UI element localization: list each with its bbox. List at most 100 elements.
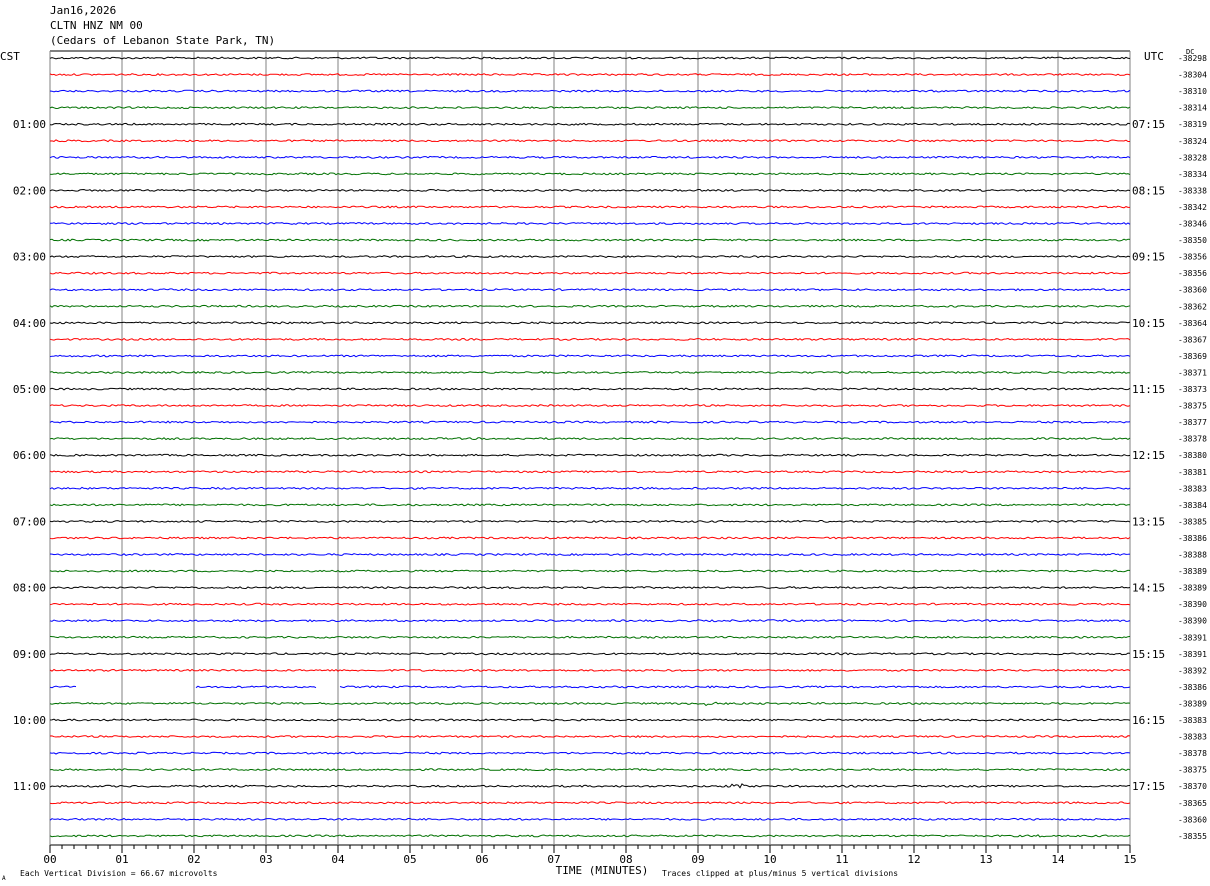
right-hour-label: 16:15	[1132, 714, 1165, 727]
left-hour-label: 10:00	[13, 714, 46, 727]
right-hour-label: 08:15	[1132, 184, 1165, 197]
dc-offset-label: -38373	[1178, 385, 1207, 394]
trace-row-1	[49, 56, 1131, 60]
scale-note: Each Vertical Division = 66.67 microvolt…	[20, 869, 218, 878]
trace-row-31	[49, 552, 1131, 557]
trace-row-40	[49, 701, 1131, 707]
dc-offset-label: -38375	[1178, 766, 1207, 775]
left-hour-label: 02:00	[13, 184, 46, 197]
dc-offset-label: -38384	[1178, 501, 1207, 510]
dc-offset-label: -38314	[1178, 104, 1207, 113]
right-hour-label: 11:15	[1132, 383, 1165, 396]
dc-offset-label: -38385	[1178, 517, 1207, 526]
dc-offset-label: -38369	[1178, 352, 1207, 361]
x-tick-label: 01	[115, 853, 128, 866]
dc-offset-label: -38360	[1178, 815, 1207, 824]
dc-offset-label: -38378	[1178, 749, 1207, 758]
x-tick-label: 11	[835, 853, 848, 866]
left-hour-label: 03:00	[13, 251, 46, 264]
trace-row-14	[49, 271, 1131, 275]
trace-row-17	[49, 321, 1131, 325]
trace-row-2	[49, 73, 1131, 77]
trace-row-26	[49, 470, 1131, 474]
trace-row-34	[49, 602, 1131, 606]
left-hour-label: 11:00	[13, 780, 46, 793]
dc-offset-label: -38334	[1178, 170, 1207, 179]
trace-row-37	[49, 652, 1131, 656]
left-hour-label: 06:00	[13, 449, 46, 462]
x-tick-label: 13	[979, 853, 992, 866]
x-axis-label: TIME (MINUTES)	[556, 864, 649, 877]
dc-offset-label: -38386	[1178, 683, 1207, 692]
trace-row-20	[49, 370, 1131, 374]
trace-row-3	[49, 89, 1131, 93]
trace-row-48	[49, 834, 1131, 838]
dc-offset-label: -38367	[1178, 335, 1207, 344]
dc-offset-label: -38350	[1178, 236, 1207, 245]
dc-offset-label: -38389	[1178, 699, 1207, 708]
left-hour-label: 01:00	[13, 118, 46, 131]
trace-row-4	[49, 106, 1131, 110]
right-hour-label: 15:15	[1132, 648, 1165, 661]
trace-row-22	[49, 404, 1131, 408]
trace-row-24	[49, 437, 1131, 441]
trace-row-43	[49, 751, 1131, 755]
dc-offset-label: -38324	[1178, 137, 1207, 146]
x-tick-label: 06	[475, 853, 488, 866]
dc-offset-label: -38391	[1178, 650, 1207, 659]
left-hour-label: 07:00	[13, 515, 46, 528]
dc-column-label: DC	[1186, 48, 1194, 56]
trace-row-19	[49, 354, 1131, 358]
trace-row-9	[49, 188, 1131, 192]
left-hour-label: 09:00	[13, 648, 46, 661]
trace-row-32	[49, 569, 1131, 573]
trace-row-18	[49, 337, 1131, 341]
trace-row-30	[49, 536, 1131, 540]
left-hour-label: 08:00	[13, 582, 46, 595]
dc-offset-label: -38383	[1178, 716, 1207, 725]
trace-row-23	[49, 420, 1131, 424]
x-tick-label: 03	[259, 853, 272, 866]
dc-offset-label: -38356	[1178, 253, 1207, 262]
dc-offset-label: -38342	[1178, 203, 1207, 212]
x-tick-label: 04	[331, 853, 345, 866]
right-hour-label: 07:15	[1132, 118, 1165, 131]
trace-row-15	[49, 288, 1131, 292]
dc-offset-label: -38390	[1178, 617, 1207, 626]
trace-row-25	[49, 453, 1131, 457]
trace-row-8	[49, 172, 1131, 176]
dc-offset-label: -38389	[1178, 584, 1207, 593]
trace-row-36	[49, 635, 1131, 639]
trace-row-11	[49, 221, 1131, 226]
left-hour-label: 04:00	[13, 317, 46, 330]
dc-offset-label: -38319	[1178, 120, 1207, 129]
x-tick-label: 14	[1051, 853, 1065, 866]
trace-row-44	[49, 768, 1131, 772]
trace-row-41	[49, 718, 1131, 722]
dc-offset-label: -38377	[1178, 418, 1207, 427]
dc-offset-label: -38371	[1178, 368, 1207, 377]
trace-row-47	[49, 817, 1131, 821]
trace-row-38	[49, 668, 1131, 672]
x-tick-label: 00	[43, 853, 56, 866]
left-hour-label: 05:00	[13, 383, 46, 396]
dc-offset-label: -38362	[1178, 302, 1207, 311]
right-timezone-label: UTC	[1144, 50, 1164, 63]
x-tick-label: 09	[691, 853, 704, 866]
trace-row-27	[49, 486, 1131, 490]
dc-offset-label: -38328	[1178, 153, 1207, 162]
right-hour-label: 10:15	[1132, 317, 1165, 330]
x-tick-label: 15	[1123, 853, 1136, 866]
trace-row-46	[49, 801, 1131, 805]
trace-row-29	[49, 519, 1131, 523]
dc-offset-label: -38364	[1178, 319, 1207, 328]
dc-offset-label: -38370	[1178, 782, 1207, 791]
trace-row-45	[49, 783, 1131, 789]
helicorder-plot: -38298-38304-38310-38314-38319-38324-383…	[0, 48, 1207, 882]
dc-offset-label: -38365	[1178, 799, 1207, 808]
dc-offset-label: -38355	[1178, 832, 1207, 841]
dc-offset-label: -38383	[1178, 733, 1207, 742]
trace-row-5	[49, 122, 1131, 126]
dc-offset-label: -38375	[1178, 402, 1207, 411]
dc-offset-label: -38380	[1178, 451, 1207, 460]
